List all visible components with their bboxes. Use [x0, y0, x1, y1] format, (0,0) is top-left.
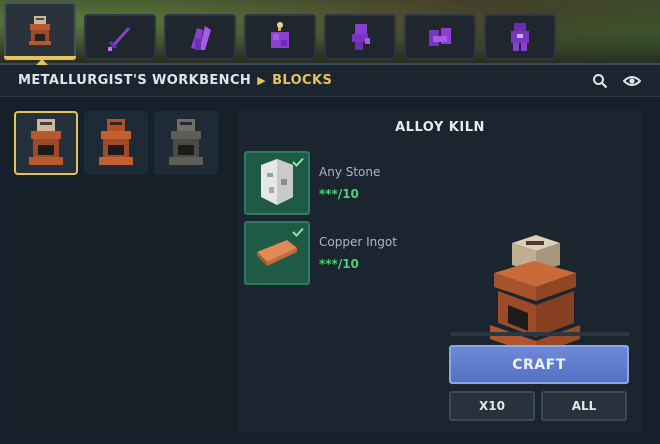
- ingredient-count: ***/10: [319, 257, 359, 271]
- armor-category-icon: [511, 23, 529, 51]
- craft-all-button[interactable]: ALL: [541, 391, 627, 421]
- copper-ingot-icon: [257, 240, 297, 266]
- alloy-kiln-preview-icon: [490, 235, 580, 355]
- item-title: ALLOY KILN: [395, 120, 485, 135]
- breadcrumb-workbench[interactable]: METALLURGIST'S WORKBENCH: [18, 73, 251, 88]
- breadcrumb-separator-icon: ▶: [257, 74, 267, 87]
- tab-statues[interactable]: [324, 14, 396, 60]
- copper-kiln-icon: [99, 119, 133, 165]
- ingredient-slot-any-stone[interactable]: [244, 151, 310, 215]
- statue-category-icon: [352, 24, 370, 50]
- ingredient-slot-copper-ingot[interactable]: [244, 221, 310, 285]
- sword-category-icon: [108, 26, 131, 51]
- iron-kiln-icon: [169, 119, 203, 165]
- window-header: METALLURGIST'S WORKBENCH ▶ BLOCKS: [0, 65, 660, 97]
- block-category-icon: [429, 28, 451, 46]
- ingredient-count: ***/10: [319, 187, 359, 201]
- search-icon[interactable]: [590, 71, 610, 91]
- recipe-slot-iron-kiln[interactable]: [154, 111, 218, 175]
- category-tab-bar: [0, 0, 660, 64]
- breadcrumb: METALLURGIST'S WORKBENCH ▶ BLOCKS: [18, 73, 332, 88]
- satisfied-check-icon: [291, 225, 305, 239]
- satisfied-check-icon: [291, 155, 305, 169]
- crafting-window: METALLURGIST'S WORKBENCH ▶ BLOCKS ALLOY …: [0, 59, 660, 444]
- potion-category-icon: [271, 22, 289, 48]
- item-preview: [484, 233, 584, 363]
- kiln-category-icon: [29, 16, 51, 45]
- ingredient-name: Any Stone: [319, 165, 381, 179]
- recipe-grid: [10, 109, 232, 431]
- breadcrumb-category: BLOCKS: [272, 73, 333, 88]
- craft-button[interactable]: CRAFT: [449, 345, 629, 384]
- recipe-slot-alloy-kiln[interactable]: [14, 111, 78, 175]
- tab-blocks[interactable]: [404, 14, 476, 60]
- tab-potions[interactable]: [244, 14, 316, 60]
- ingredient-name: Copper Ingot: [319, 235, 397, 249]
- recipe-detail-panel: ALLOY KILN Any Stone ***/10 Copper Ingot…: [238, 109, 642, 431]
- craft-x10-button[interactable]: X10: [449, 391, 535, 421]
- craft-progress-bar: [450, 332, 630, 336]
- tab-kiln[interactable]: [4, 2, 76, 60]
- tab-crystals[interactable]: [164, 14, 236, 60]
- tab-armor[interactable]: [484, 14, 556, 60]
- alloy-kiln-icon: [29, 119, 63, 165]
- eye-icon[interactable]: [622, 71, 642, 91]
- tab-weapons[interactable]: [84, 14, 156, 60]
- crystal-category-icon: [191, 26, 211, 50]
- recipe-slot-copper-kiln[interactable]: [84, 111, 148, 175]
